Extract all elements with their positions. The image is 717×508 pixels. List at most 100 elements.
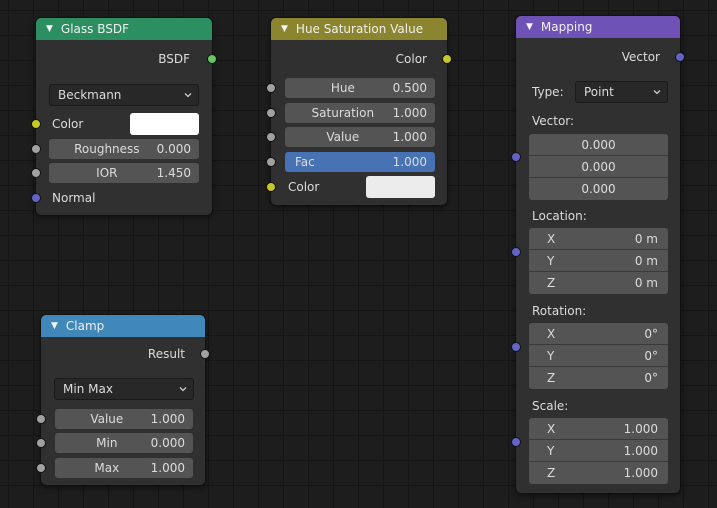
collapse-triangle-icon[interactable]: ▼ <box>281 24 288 34</box>
axis-label: X <box>547 231 556 246</box>
axis-label: Y <box>547 253 555 268</box>
saturation-value: 1.000 <box>392 106 427 120</box>
vector-y-value: 0.000 <box>581 159 616 174</box>
color-output-socket[interactable] <box>442 54 452 64</box>
color-input-socket[interactable] <box>266 182 276 192</box>
collapse-triangle-icon[interactable]: ▼ <box>46 24 53 34</box>
clamp-header[interactable]: ▼ Clamp <box>41 315 205 337</box>
mapping-type-dropdown[interactable]: Point <box>575 81 668 103</box>
glass-bsdf-node[interactable]: ▼ Glass BSDF BSDF Beckmann Color Roughne… <box>31 17 217 216</box>
min-input-socket[interactable] <box>36 438 46 448</box>
scale-z-value: 1.000 <box>623 466 658 480</box>
vector-fields[interactable]: 0.000 0.000 0.000 <box>529 134 668 200</box>
location-z-value: 0 m <box>634 276 658 290</box>
location-y-field[interactable]: Y 0 m <box>529 250 668 272</box>
value-label: Value <box>326 130 360 144</box>
color-swatch[interactable] <box>130 113 199 135</box>
hsv-header[interactable]: ▼ Hue Saturation Value <box>271 18 447 40</box>
mapping-header[interactable]: ▼ Mapping <box>516 16 680 38</box>
clamp-type-value: Min Max <box>63 382 113 396</box>
chevron-down-icon <box>179 387 187 392</box>
location-x-value: 0 m <box>634 231 658 246</box>
result-output-socket[interactable] <box>200 349 210 359</box>
color-output-label: Color <box>395 52 427 66</box>
hue-saturation-value-node[interactable]: ▼ Hue Saturation Value Color Hue 0.500 S… <box>266 17 452 206</box>
fac-slider[interactable]: Fac 1.000 <box>285 152 435 172</box>
clamp-type-dropdown[interactable]: Min Max <box>54 378 194 400</box>
roughness-field[interactable]: Roughness 0.000 <box>49 139 199 159</box>
distribution-value: Beckmann <box>58 88 122 102</box>
hue-value: 0.500 <box>392 81 427 95</box>
location-x-field[interactable]: X 0 m <box>529 228 668 250</box>
node-title: Hue Saturation Value <box>295 22 424 36</box>
bsdf-output-label: BSDF <box>158 52 190 66</box>
value-field[interactable]: Value 1.000 <box>55 409 193 429</box>
fac-label: Fac <box>295 155 315 169</box>
mapping-node[interactable]: ▼ Mapping Vector Type: Point Vector: 0.0… <box>511 15 685 494</box>
scale-fields[interactable]: X 1.000 Y 1.000 Z 1.000 <box>529 418 668 484</box>
fac-input-socket[interactable] <box>266 157 276 167</box>
roughness-value: 0.000 <box>156 142 191 156</box>
location-fields[interactable]: X 0 m Y 0 m Z 0 m <box>529 228 668 294</box>
location-y-value: 0 m <box>634 253 658 268</box>
roughness-label: Roughness <box>74 142 140 156</box>
ior-value: 1.450 <box>156 166 191 180</box>
vector-z-field[interactable]: 0.000 <box>529 178 668 200</box>
max-field[interactable]: Max 1.000 <box>55 458 193 478</box>
normal-label: Normal <box>52 191 96 205</box>
axis-label: X <box>547 421 556 436</box>
vector-z-value: 0.000 <box>581 182 616 196</box>
ior-field[interactable]: IOR 1.450 <box>49 163 199 183</box>
saturation-label: Saturation <box>311 106 375 120</box>
saturation-input-socket[interactable] <box>266 108 276 118</box>
color-label: Color <box>52 117 84 131</box>
distribution-dropdown[interactable]: Beckmann <box>49 84 199 106</box>
axis-label: Y <box>547 348 555 363</box>
bsdf-output-socket[interactable] <box>207 54 217 64</box>
scale-input-socket[interactable] <box>511 437 521 447</box>
normal-input-socket[interactable] <box>31 193 41 203</box>
scale-x-field[interactable]: X 1.000 <box>529 418 668 440</box>
node-title: Glass BSDF <box>60 22 130 36</box>
rotation-input-socket[interactable] <box>511 342 521 352</box>
min-field[interactable]: Min 0.000 <box>55 433 193 453</box>
location-label: Location: <box>532 209 587 223</box>
value-field[interactable]: Value 1.000 <box>285 127 435 147</box>
ior-label: IOR <box>96 166 118 180</box>
vector-x-field[interactable]: 0.000 <box>529 134 668 156</box>
min-value: 0.000 <box>150 436 185 450</box>
axis-label: X <box>547 326 556 341</box>
scale-z-field[interactable]: Z 1.000 <box>529 462 668 484</box>
color-input-socket[interactable] <box>31 119 41 129</box>
rotation-x-field[interactable]: X 0° <box>529 323 668 345</box>
chevron-down-icon <box>184 93 192 98</box>
rotation-z-field[interactable]: Z 0° <box>529 367 668 389</box>
glass-bsdf-header[interactable]: ▼ Glass BSDF <box>36 18 212 40</box>
hue-field[interactable]: Hue 0.500 <box>285 78 435 98</box>
vector-y-field[interactable]: 0.000 <box>529 156 668 178</box>
type-label: Type: <box>532 85 564 99</box>
scale-y-field[interactable]: Y 1.000 <box>529 440 668 462</box>
clamp-node[interactable]: ▼ Clamp Result Min Max Value 1.000 Min 0… <box>36 314 210 486</box>
rotation-fields[interactable]: X 0° Y 0° Z 0° <box>529 323 668 389</box>
node-title: Clamp <box>65 319 105 333</box>
color-swatch[interactable] <box>366 176 435 198</box>
axis-label: Y <box>547 443 555 458</box>
min-label: Min <box>96 436 118 450</box>
vector-output-socket[interactable] <box>675 52 685 62</box>
rotation-y-field[interactable]: Y 0° <box>529 345 668 367</box>
ior-input-socket[interactable] <box>31 168 41 178</box>
location-z-field[interactable]: Z 0 m <box>529 272 668 294</box>
value-input-socket[interactable] <box>266 132 276 142</box>
collapse-triangle-icon[interactable]: ▼ <box>51 321 58 331</box>
vector-input-socket[interactable] <box>511 152 521 162</box>
max-input-socket[interactable] <box>36 463 46 473</box>
location-input-socket[interactable] <box>511 247 521 257</box>
saturation-field[interactable]: Saturation 1.000 <box>285 103 435 123</box>
roughness-input-socket[interactable] <box>31 144 41 154</box>
value-input-socket[interactable] <box>36 414 46 424</box>
axis-label: Z <box>547 466 556 480</box>
hue-input-socket[interactable] <box>266 83 276 93</box>
collapse-triangle-icon[interactable]: ▼ <box>526 22 533 32</box>
vector-x-value: 0.000 <box>581 137 616 152</box>
